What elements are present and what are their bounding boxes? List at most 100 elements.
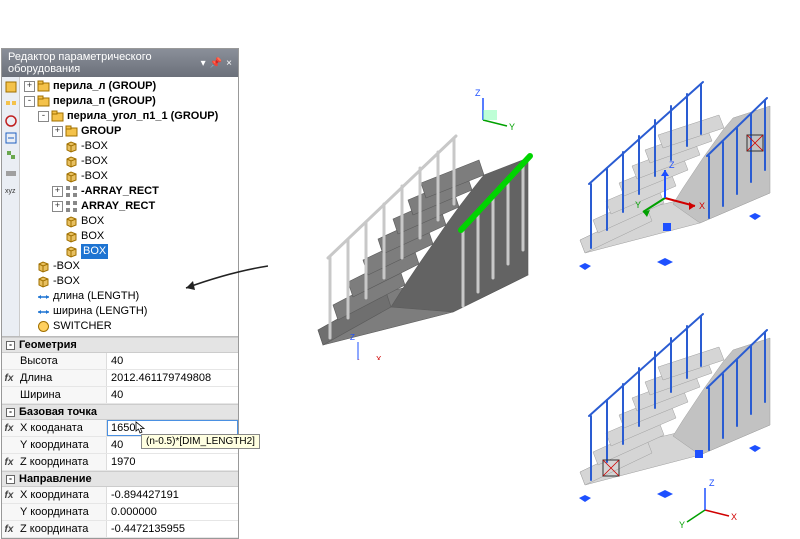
section-direction[interactable]: - Направление: [2, 471, 238, 487]
svg-text:X: X: [376, 355, 382, 360]
prop-dir-y-input[interactable]: [111, 506, 234, 518]
group-icon: [37, 80, 50, 93]
box-icon: [37, 260, 50, 273]
tree-row[interactable]: -BOX: [24, 139, 236, 154]
3d-viewport-alt-2[interactable]: X Y Z: [555, 300, 795, 530]
panel-close-icon[interactable]: ×: [226, 58, 232, 69]
svg-text:Z: Z: [475, 88, 481, 98]
tree-row[interactable]: + -ARRAY_RECT: [24, 184, 236, 199]
tree-node-label: ширина (LENGTH): [53, 304, 147, 319]
prop-row-base-x: fx X кооданата (n-0.5)*[DIM_LENGTH2]: [2, 420, 238, 437]
collapse-icon[interactable]: -: [6, 341, 15, 350]
group-icon: [37, 95, 50, 108]
prop-row-base-z: fx Z координата: [2, 454, 238, 471]
tree-node-label: -ARRAY_RECT: [81, 184, 159, 199]
tree-row[interactable]: BOX: [24, 229, 236, 244]
prop-row-height: Высота: [2, 353, 238, 370]
tree-node-label: -BOX: [53, 259, 80, 274]
parametric-editor-panel: Редактор параметрического оборудования ▾…: [1, 48, 239, 539]
box-icon: [65, 170, 78, 183]
tool-btn-1[interactable]: [3, 79, 19, 95]
tree-node-label: ARRAY_RECT: [81, 199, 155, 214]
tree-row[interactable]: -BOX: [24, 154, 236, 169]
tree-node-label: перила_л (GROUP): [53, 79, 156, 94]
expander-icon[interactable]: +: [24, 81, 35, 92]
expander-icon[interactable]: -: [38, 111, 49, 122]
collapse-icon[interactable]: -: [6, 408, 15, 417]
tree-node-label: длина (LENGTH): [53, 289, 139, 304]
tree-row[interactable]: + ARRAY_RECT: [24, 199, 236, 214]
tree-row[interactable]: -BOX: [24, 274, 236, 289]
tree-row[interactable]: длина (LENGTH): [24, 289, 236, 304]
tool-btn-2[interactable]: [3, 96, 19, 112]
array-icon: [65, 185, 78, 198]
prop-base-x-input[interactable]: [111, 422, 234, 434]
tree-row[interactable]: +GROUP: [24, 124, 236, 139]
tree-row[interactable]: -BOX: [24, 169, 236, 184]
tree-row[interactable]: BOX: [24, 214, 236, 229]
dim-icon: [37, 290, 50, 303]
sw-icon: [37, 320, 50, 333]
svg-text:Y: Y: [509, 122, 515, 132]
svg-text:Z: Z: [669, 160, 675, 170]
tree-node-label: перила_угол_п1_1 (GROUP): [67, 109, 218, 124]
prop-width-input[interactable]: [111, 389, 234, 401]
tree-row[interactable]: + перила_л (GROUP): [24, 79, 236, 94]
tool-btn-5[interactable]: [3, 147, 19, 163]
group-icon: [51, 110, 64, 123]
section-geometry[interactable]: - Геометрия: [2, 337, 238, 353]
tree-node-label: -BOX: [53, 274, 80, 289]
panel-header[interactable]: Редактор параметрического оборудования ▾…: [2, 49, 238, 77]
tree-node-label: -BOX: [81, 154, 108, 169]
box-icon: [37, 275, 50, 288]
tree-row[interactable]: SWITCHER: [24, 319, 236, 334]
prop-height-input[interactable]: [111, 355, 234, 367]
expander-icon[interactable]: -: [24, 96, 35, 107]
expander-icon[interactable]: +: [52, 201, 63, 212]
3d-viewport-main[interactable]: Z Y Z X: [268, 60, 558, 360]
prop-row-dir-y: Y координата: [2, 504, 238, 521]
property-grid: - Геометрия Высота fx Длина Ширина - Баз…: [2, 336, 238, 538]
svg-text:X: X: [731, 512, 737, 522]
tree-row[interactable]: BOX: [24, 244, 236, 259]
panel-dropdown-icon[interactable]: ▾: [201, 58, 206, 69]
vertical-toolbar: xyz: [2, 77, 20, 336]
fx-icon[interactable]: fx: [2, 457, 16, 468]
box-icon: [65, 245, 78, 258]
group-icon: [65, 125, 78, 138]
tool-btn-3[interactable]: [3, 113, 19, 129]
collapse-icon[interactable]: -: [6, 475, 15, 484]
prop-length-input[interactable]: [111, 372, 234, 384]
3d-viewport-alt-1[interactable]: X Y Z: [555, 48, 795, 278]
tool-btn-4[interactable]: [3, 130, 19, 146]
tree-row[interactable]: - перила_угол_п1_1 (GROUP): [24, 109, 236, 124]
expander-icon[interactable]: +: [52, 126, 63, 137]
tool-btn-6[interactable]: [3, 164, 19, 180]
box-icon: [65, 215, 78, 228]
prop-base-z-input[interactable]: [111, 456, 234, 468]
section-base-point[interactable]: - Базовая точка: [2, 404, 238, 420]
svg-text:Z: Z: [709, 478, 715, 488]
panel-pin-icon[interactable]: 📌: [210, 58, 222, 69]
fx-icon[interactable]: fx: [2, 373, 16, 384]
formula-tooltip: (n-0.5)*[DIM_LENGTH2]: [141, 434, 260, 449]
tree-row[interactable]: ширина (LENGTH): [24, 304, 236, 319]
prop-row-length: fx Длина: [2, 370, 238, 387]
prop-dir-x-input[interactable]: [111, 489, 234, 501]
array-icon: [65, 200, 78, 213]
tree-node-label: SWITCHER: [53, 319, 112, 334]
tree-row[interactable]: -BOX: [24, 259, 236, 274]
svg-text:Y: Y: [635, 200, 641, 210]
fx-icon[interactable]: fx: [2, 524, 16, 535]
tool-btn-7[interactable]: xyz: [3, 181, 19, 197]
tree-row[interactable]: -перила_п (GROUP): [24, 94, 236, 109]
object-tree[interactable]: +перила_л (GROUP)-перила_п (GROUP)-перил…: [20, 77, 238, 336]
box-icon: [65, 155, 78, 168]
box-icon: [65, 140, 78, 153]
expander-icon[interactable]: +: [52, 186, 63, 197]
tree-node-label: BOX: [81, 214, 104, 229]
fx-icon[interactable]: fx: [2, 490, 16, 501]
prop-row-width: Ширина: [2, 387, 238, 404]
prop-dir-z-input[interactable]: [111, 523, 234, 535]
fx-icon[interactable]: fx: [2, 423, 16, 434]
